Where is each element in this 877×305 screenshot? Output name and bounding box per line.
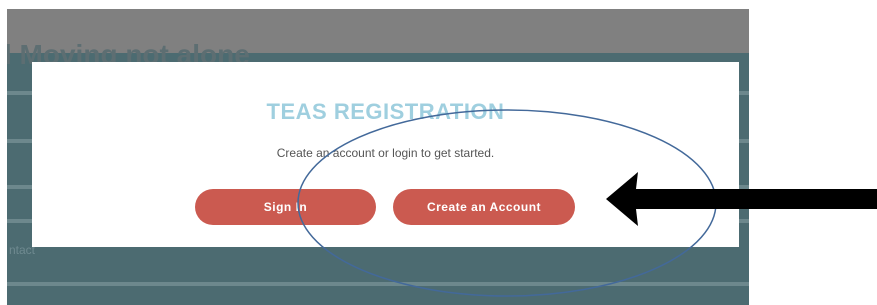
sign-in-button[interactable]: Sign In xyxy=(195,189,376,225)
create-account-button[interactable]: Create an Account xyxy=(393,189,575,225)
backdrop-stripe xyxy=(7,282,749,286)
modal-subtitle: Create an account or login to get starte… xyxy=(276,146,495,160)
screenshot-capture: l Moving not alone ntact TEAS REGISTRATI… xyxy=(7,9,749,305)
modal-title: TEAS REGISTRATION xyxy=(266,99,505,124)
registration-modal: TEAS REGISTRATION Create an account or l… xyxy=(32,62,739,247)
